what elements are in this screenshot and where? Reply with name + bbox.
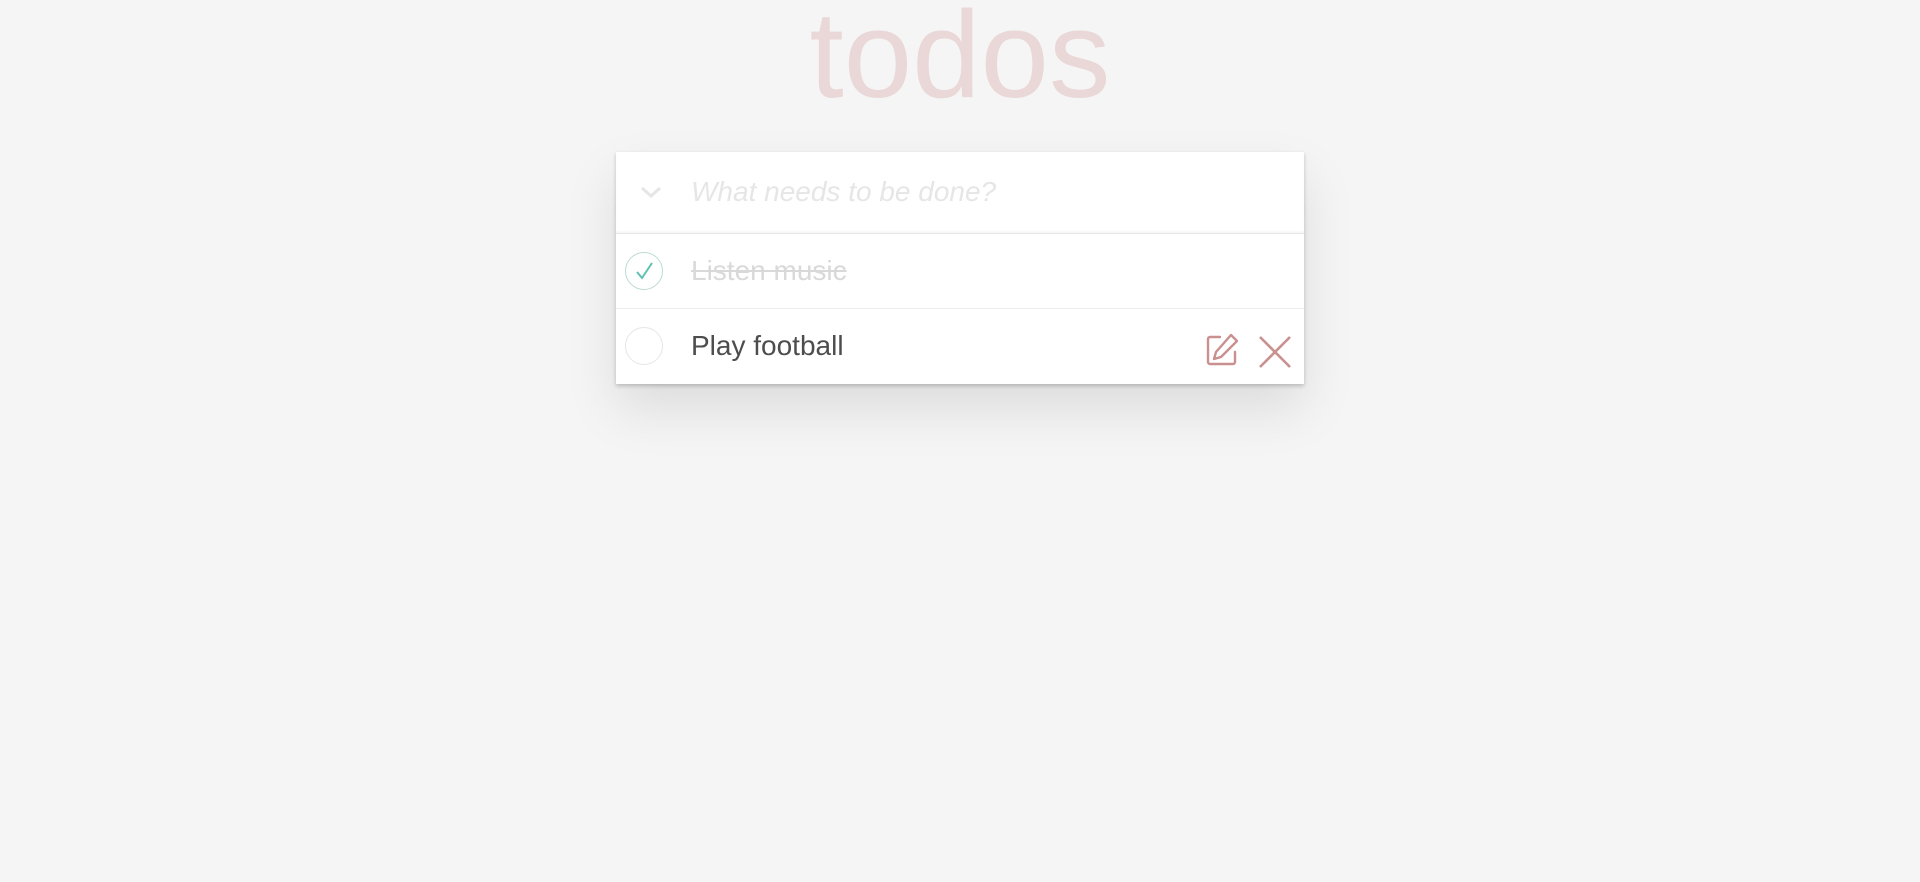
edit-icon — [1206, 333, 1239, 366]
todo-item: Play football — [616, 309, 1304, 384]
new-todo-header — [616, 152, 1304, 234]
todo-app: Listen music Play football — [616, 152, 1304, 384]
todo-item: Listen music — [616, 234, 1304, 309]
todo-toggle-checkbox[interactable] — [625, 327, 663, 365]
todo-list: Listen music Play football — [616, 234, 1304, 384]
close-icon — [1259, 336, 1291, 368]
new-todo-input[interactable] — [675, 152, 1275, 232]
edit-button[interactable] — [1203, 331, 1241, 369]
chevron-down-icon — [641, 186, 661, 198]
todo-toggle-checkbox[interactable] — [625, 252, 663, 290]
delete-button[interactable] — [1255, 333, 1295, 371]
todo-label[interactable]: Listen music — [691, 234, 847, 308]
checkmark-icon — [636, 262, 653, 280]
todo-label[interactable]: Play football — [691, 309, 844, 383]
app-title: todos — [809, 0, 1111, 124]
toggle-all-button[interactable] — [636, 174, 666, 210]
